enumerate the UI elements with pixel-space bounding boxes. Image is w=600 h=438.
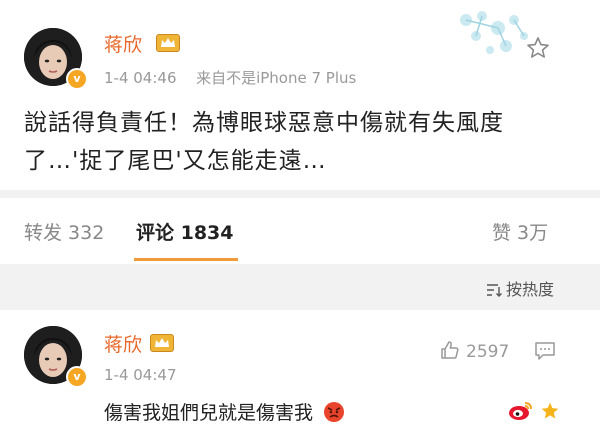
active-tab-indicator	[134, 258, 238, 261]
comment-author-name[interactable]: 蒋欣	[104, 330, 142, 357]
member-crown-icon	[156, 34, 180, 52]
verified-badge-icon: v	[66, 68, 88, 90]
post-time: 1-4 04:46	[104, 69, 177, 87]
comment-time: 1-4 04:47	[104, 366, 177, 384]
comment-item: v 蒋欣 1-4 04:47 2597 傷害我姐們兒就是傷害我	[0, 310, 600, 438]
tab-repost[interactable]: 转发 332	[24, 218, 104, 245]
favorite-star-icon[interactable]	[526, 36, 550, 60]
reply-comment-icon[interactable]	[534, 341, 556, 361]
weibo-post: v 蒋欣 1-4 04:46 来自不是iPhone 7 Plus 說話得負責任！…	[0, 0, 600, 190]
comment-text: 傷害我姐們兒就是傷害我	[104, 398, 345, 425]
post-text-line: 說話得負責任！為博眼球惡意中傷就有失風度	[24, 110, 504, 136]
comment-sort-bar: 按热度	[0, 264, 600, 310]
sort-label: 按热度	[505, 280, 554, 299]
comment-like-count: 2597	[466, 342, 510, 362]
sort-icon	[486, 284, 502, 297]
post-author-name[interactable]: 蒋欣	[104, 30, 142, 57]
member-crown-icon	[150, 334, 174, 352]
verified-badge-icon: v	[66, 366, 88, 388]
decorative-crystal-icon	[460, 11, 528, 54]
tab-comments[interactable]: 评论 1834	[136, 218, 234, 245]
comment-like-button[interactable]: 2597	[440, 340, 509, 362]
tab-like[interactable]: 赞 3万	[492, 218, 548, 245]
sort-by-hot-button[interactable]: 按热度	[486, 276, 554, 300]
star-badge-icon	[541, 402, 559, 419]
post-text: 說話得負責任！為博眼球惡意中傷就有失風度 了…'捉了尾巴'又怎能走遠…	[24, 104, 504, 180]
post-source[interactable]: 来自不是iPhone 7 Plus	[196, 69, 356, 87]
section-divider	[0, 190, 600, 198]
weibo-logo-icon	[509, 402, 532, 420]
angry-emoji-icon	[324, 402, 345, 422]
post-text-line: 了…'捉了尾巴'又怎能走遠…	[24, 148, 327, 174]
thumbs-up-icon	[441, 341, 459, 359]
comment-text-content: 傷害我姐們兒就是傷害我	[104, 402, 314, 424]
post-action-tabs: 转发 332 评论 1834 赞 3万	[0, 198, 600, 264]
post-meta: 1-4 04:46 来自不是iPhone 7 Plus	[104, 67, 356, 88]
